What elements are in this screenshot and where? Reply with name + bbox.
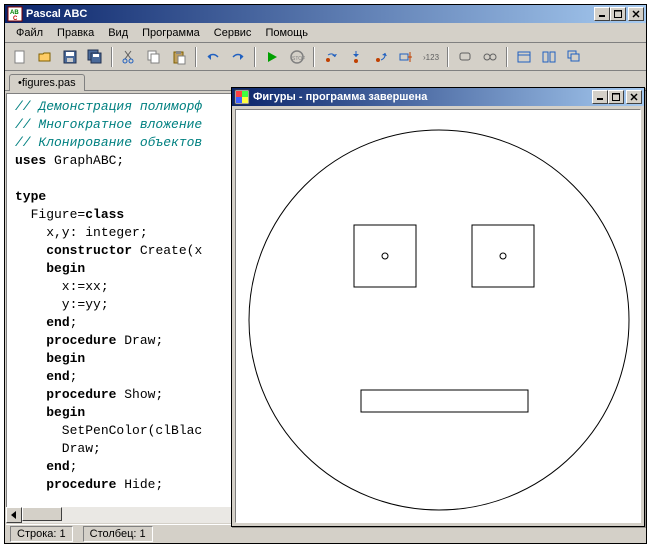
graphics-title: Фигуры - программа завершена xyxy=(253,91,592,103)
graphics-icon xyxy=(234,89,250,105)
watch-icon[interactable]: ›123 xyxy=(420,46,442,68)
step-over-icon[interactable] xyxy=(320,46,342,68)
run-to-cursor-icon[interactable] xyxy=(395,46,417,68)
minimize-button[interactable] xyxy=(594,7,610,21)
tab-figures[interactable]: •figures.pas xyxy=(9,74,85,91)
face-drawing xyxy=(236,110,642,524)
graphics-titlebar[interactable]: Фигуры - программа завершена xyxy=(232,88,644,106)
menu-service[interactable]: Сервис xyxy=(207,25,259,41)
left-pupil xyxy=(382,253,388,259)
main-titlebar[interactable]: ABC Pascal ABC xyxy=(5,5,646,23)
open-icon[interactable] xyxy=(34,46,56,68)
graphics-window[interactable]: Фигуры - программа завершена xyxy=(231,87,645,527)
svg-text:›123: ›123 xyxy=(423,53,439,62)
close-button[interactable] xyxy=(628,7,644,21)
graphics-canvas xyxy=(235,109,641,523)
face-outline xyxy=(249,130,629,510)
menu-edit[interactable]: Правка xyxy=(50,25,101,41)
menu-program[interactable]: Программа xyxy=(135,25,207,41)
svg-text:STOP: STOP xyxy=(292,56,305,62)
save-icon[interactable] xyxy=(59,46,81,68)
windows-icon[interactable] xyxy=(513,46,535,68)
child-maximize-button[interactable] xyxy=(608,90,624,104)
undo-icon[interactable] xyxy=(202,46,224,68)
right-pupil xyxy=(500,253,506,259)
run-icon[interactable] xyxy=(261,46,283,68)
status-line: Строка: 1 xyxy=(10,526,73,542)
toolbar-separator xyxy=(506,47,508,67)
right-eye xyxy=(472,225,534,287)
cascade-icon[interactable] xyxy=(563,46,585,68)
stop-icon[interactable]: STOP xyxy=(286,46,308,68)
child-minimize-button[interactable] xyxy=(592,90,608,104)
save-all-icon[interactable] xyxy=(84,46,106,68)
main-title: Pascal ABC xyxy=(26,8,594,20)
maximize-button[interactable] xyxy=(610,7,626,21)
menu-view[interactable]: Вид xyxy=(101,25,135,41)
eval-icon[interactable] xyxy=(479,46,501,68)
menu-file[interactable]: Файл xyxy=(9,25,50,41)
tile-icon[interactable] xyxy=(538,46,560,68)
scroll-left-icon[interactable] xyxy=(6,507,22,523)
toolbar-separator xyxy=(111,47,113,67)
redo-icon[interactable] xyxy=(227,46,249,68)
new-icon[interactable] xyxy=(9,46,31,68)
copy-icon[interactable] xyxy=(143,46,165,68)
toolbar-separator xyxy=(254,47,256,67)
paste-icon[interactable] xyxy=(168,46,190,68)
toolbar: STOP ›123 xyxy=(5,43,646,71)
breakpoint-icon[interactable] xyxy=(454,46,476,68)
scroll-thumb[interactable] xyxy=(22,507,62,521)
svg-text:C: C xyxy=(13,16,18,22)
toolbar-separator xyxy=(195,47,197,67)
child-close-button[interactable] xyxy=(626,90,642,104)
step-out-icon[interactable] xyxy=(370,46,392,68)
menubar: Файл Правка Вид Программа Сервис Помощь xyxy=(5,23,646,43)
left-eye xyxy=(354,225,416,287)
tab-label: figures.pas xyxy=(22,77,76,89)
step-into-icon[interactable] xyxy=(345,46,367,68)
menu-help[interactable]: Помощь xyxy=(258,25,315,41)
toolbar-separator xyxy=(447,47,449,67)
toolbar-separator xyxy=(313,47,315,67)
app-icon: ABC xyxy=(7,6,23,22)
mouth xyxy=(361,390,528,412)
cut-icon[interactable] xyxy=(118,46,140,68)
status-col: Столбец: 1 xyxy=(83,526,153,542)
